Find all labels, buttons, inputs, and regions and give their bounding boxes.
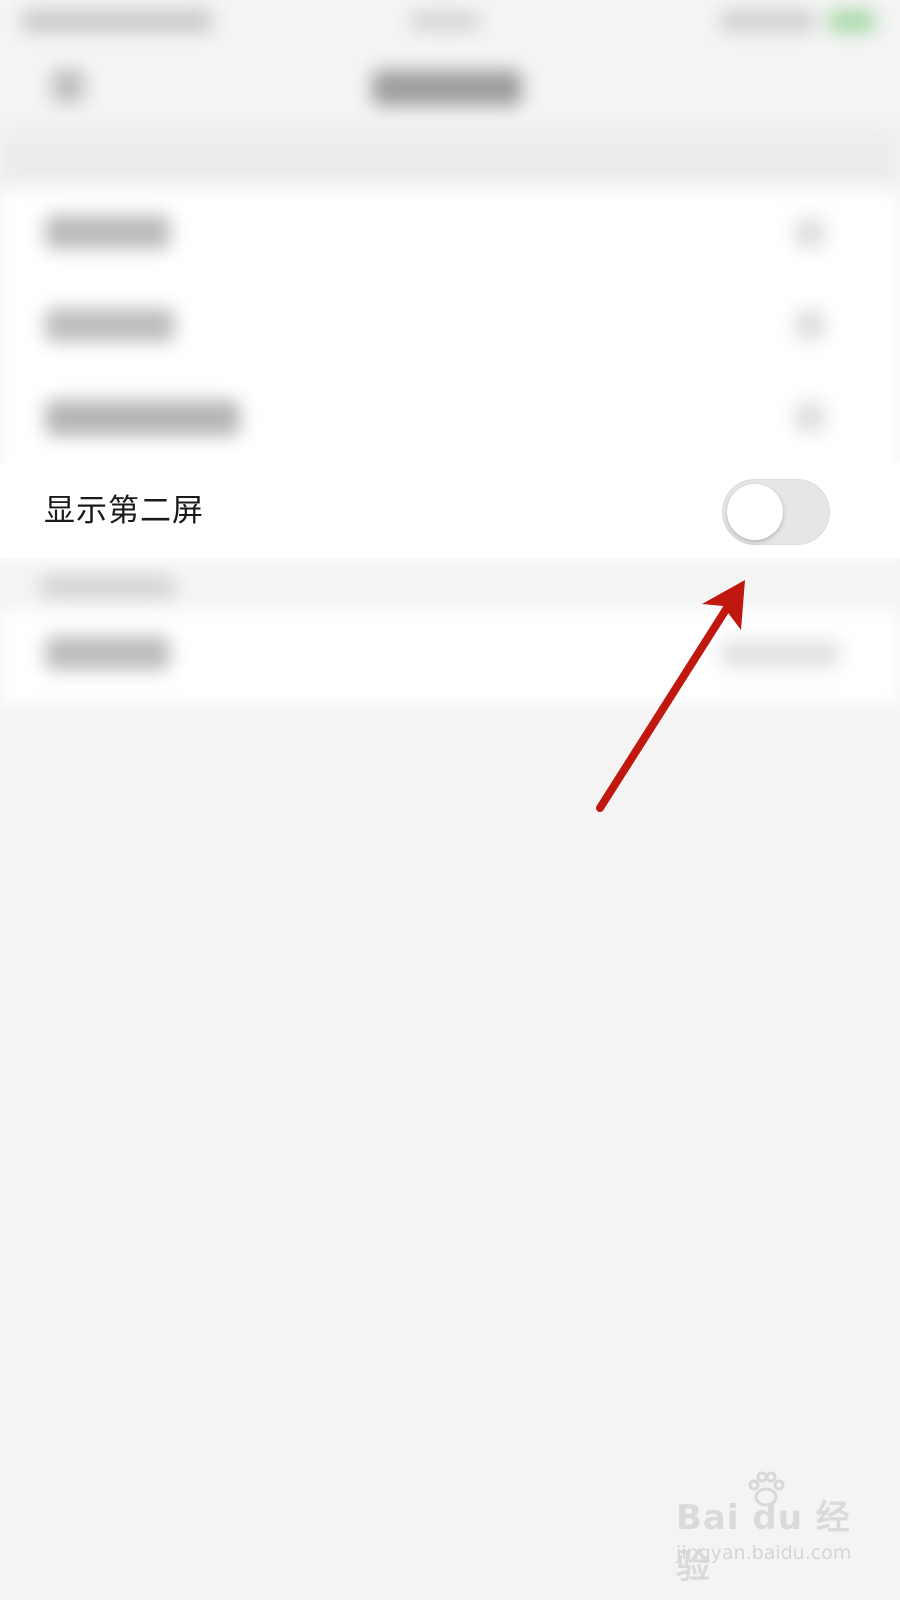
paw-icon (748, 1471, 785, 1507)
settings-row-1-label (45, 215, 170, 249)
setting-label: 显示第二屏 (44, 493, 204, 529)
settings-row-3-label (45, 400, 240, 436)
settings-row-4-label (45, 636, 170, 670)
battery-icon (828, 10, 876, 32)
back-icon (52, 70, 84, 102)
chevron-right-icon (795, 402, 825, 432)
baidu-jingyan-watermark: Bai du 经验 jingyan.baidu.com (676, 1470, 856, 1587)
status-bar-left (22, 10, 212, 32)
header-divider-band (0, 130, 900, 185)
chevron-right-icon (795, 218, 825, 248)
status-bar-right (720, 10, 815, 32)
watermark-url: jingyan.baidu.com (676, 1542, 852, 1564)
status-bar-center (410, 12, 480, 30)
toggle-knob[interactable] (727, 484, 783, 540)
settings-row-4-value (720, 640, 840, 668)
blurred-background-ui (0, 0, 900, 760)
show-second-screen-toggle[interactable] (722, 479, 830, 545)
setting-row-show-second-screen[interactable]: 显示第二屏 (0, 463, 900, 558)
page-title (372, 70, 522, 106)
chevron-right-icon (795, 310, 825, 340)
settings-row-2-label (45, 308, 175, 342)
section-label (40, 575, 175, 599)
